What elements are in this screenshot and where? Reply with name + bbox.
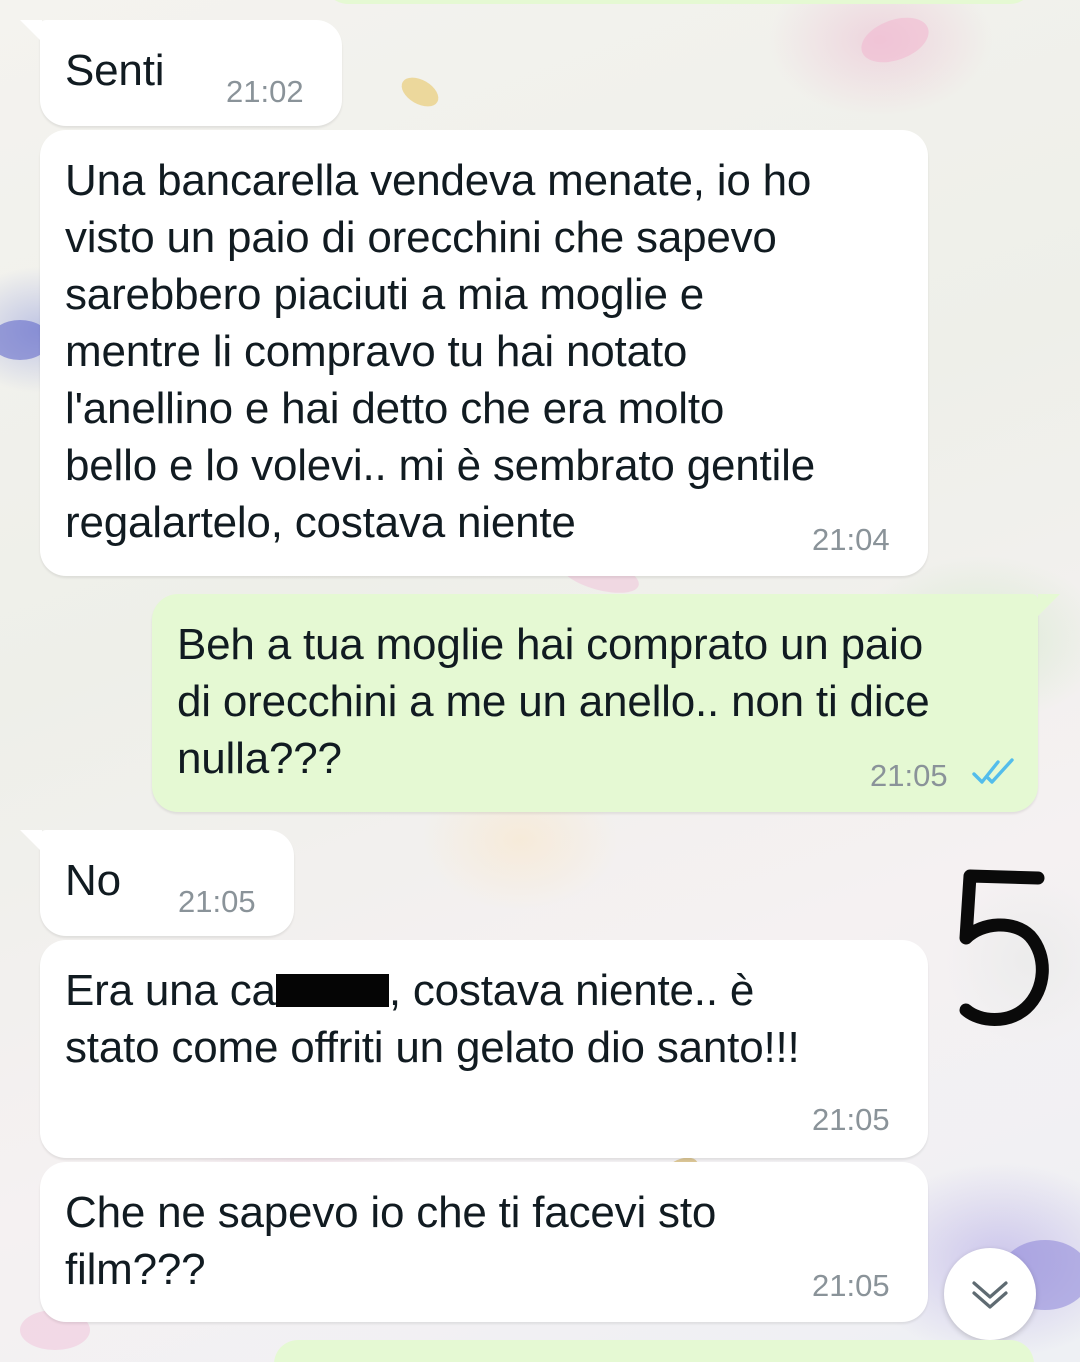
outgoing-message[interactable]: Beh a tua moglie hai comprato un paio di…	[152, 594, 1038, 812]
chevron-double-down-icon	[972, 1281, 1008, 1309]
message-timestamp: 21:05	[812, 1102, 890, 1137]
previous-message-bubble-edge	[324, 0, 1034, 4]
incoming-message[interactable]: Senti 21:02	[40, 20, 342, 126]
incoming-message[interactable]: Era una ca, costava niente.. è stato com…	[40, 940, 928, 1158]
bubble-tail	[20, 20, 42, 42]
message-text: Che ne sapevo io che ti facevi sto film?…	[65, 1188, 717, 1294]
incoming-message[interactable]: Una bancarella vendeva menate, io ho vis…	[40, 130, 928, 576]
message-timestamp: 21:05	[178, 884, 256, 919]
message-text-before-redaction: Era una ca	[65, 966, 276, 1015]
next-message-bubble-edge	[274, 1340, 1034, 1362]
scroll-to-bottom-button[interactable]	[944, 1248, 1036, 1340]
bubble-tail	[1038, 594, 1060, 616]
handwritten-number-annotation	[959, 869, 1049, 1026]
message-text: Beh a tua moglie hai comprato un paio di…	[177, 620, 930, 783]
message-timestamp: 21:02	[226, 74, 304, 109]
redaction-bar	[275, 974, 389, 1007]
message-text: No	[65, 856, 121, 905]
incoming-message[interactable]: Che ne sapevo io che ti facevi sto film?…	[40, 1162, 928, 1322]
message-text: Una bancarella vendeva menate, io ho vis…	[65, 156, 815, 547]
message-text: Era una ca, costava niente.. è stato com…	[65, 962, 800, 1076]
message-timestamp: 21:05	[812, 1268, 890, 1303]
read-receipt-icon	[972, 758, 1014, 784]
bubble-tail	[20, 830, 42, 852]
message-timestamp: 21:04	[812, 522, 890, 557]
incoming-message[interactable]: No 21:05	[40, 830, 294, 936]
message-timestamp: 21:05	[870, 758, 948, 793]
message-text: Senti	[65, 46, 165, 95]
